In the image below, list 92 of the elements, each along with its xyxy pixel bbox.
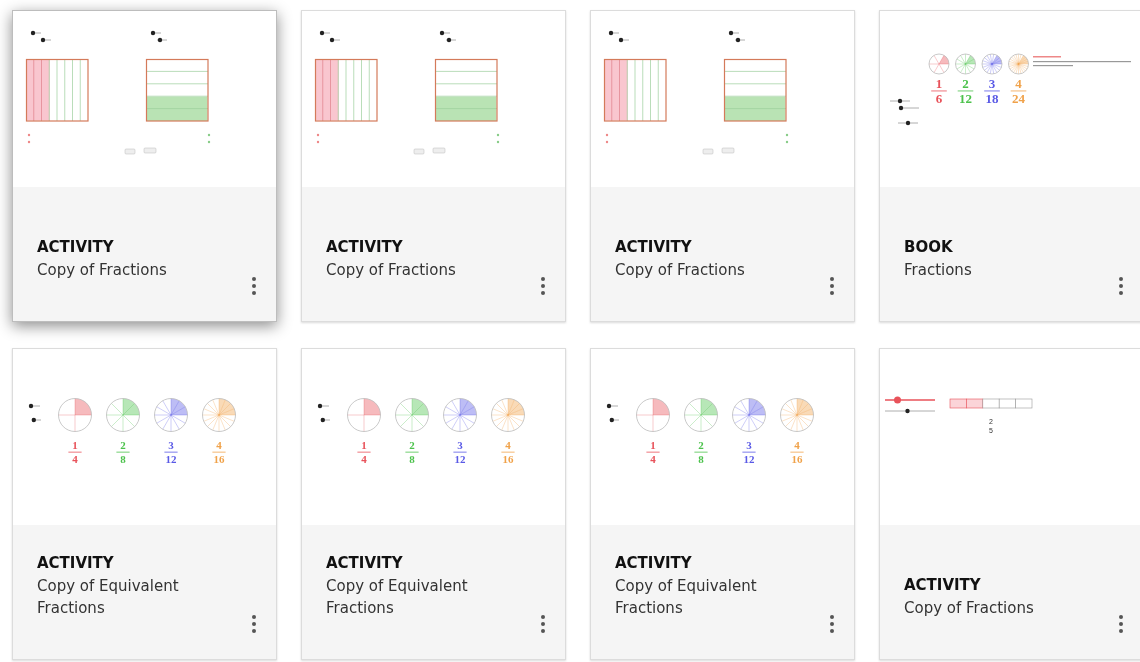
slider-drawing [884, 396, 936, 404]
fraction-denominator: 8 [409, 453, 415, 465]
card-title: Copy of Equivalent Fractions [326, 576, 469, 619]
fraction-denominator: 16 [791, 453, 803, 465]
fraction-denominator: 12 [743, 453, 755, 465]
fraction-numerator: 4 [794, 439, 800, 451]
resource-card[interactable]: ACTIVITY Copy of Fractions [301, 10, 566, 322]
mini-button-drawing [124, 148, 136, 155]
mini-button-drawing [702, 148, 714, 155]
card-type-label: ACTIVITY [615, 553, 693, 573]
card-type-label: ACTIVITY [37, 237, 115, 257]
fraction-denominator: 12 [165, 453, 177, 465]
fraction-circle-drawing [780, 398, 814, 432]
fraction-denominator: 8 [120, 453, 126, 465]
fraction-circle-drawing [347, 398, 381, 432]
fraction-circle-drawing [154, 398, 188, 432]
fraction-numerator: 1 [72, 439, 78, 451]
fraction-circle-drawing [636, 398, 670, 432]
fraction-denominator: 16 [502, 453, 514, 465]
card-title: Copy of Equivalent Fractions [615, 576, 758, 619]
slider-drawing [609, 417, 620, 423]
fraction-numerator: 2 [962, 76, 969, 91]
fraction-numerator: 4 [505, 439, 511, 451]
fraction-numerator: 1 [935, 76, 943, 91]
fraction-circle-drawing [981, 53, 1003, 75]
resource-card[interactable]: ACTIVITY Copy of Fractions [590, 10, 855, 322]
resource-card[interactable]: 1 4 2 8 3 12 4 16 ACTIVITY Copy of Equivalent Fractions [301, 348, 566, 660]
fraction-circle-drawing [202, 398, 236, 432]
fraction-circle-drawing [928, 53, 950, 75]
fraction-denominator: 4 [361, 453, 367, 465]
resource-card[interactable]: 1 6 2 12 3 18 4 24 BOOK Fractions [879, 10, 1140, 322]
slider-drawing [320, 417, 331, 423]
card-type-label: ACTIVITY [37, 553, 115, 573]
card-type-label: ACTIVITY [326, 553, 404, 573]
mini-button-drawing [721, 147, 735, 154]
fraction-numerator: 4 [216, 439, 222, 451]
fraction-numerator: 3 [168, 439, 174, 451]
fraction-grid-drawing [603, 58, 667, 122]
slider-drawing [897, 120, 919, 126]
card-title: Copy of Fractions [904, 598, 1035, 619]
resource-card[interactable]: 1 4 2 8 3 12 4 16 ACTIVITY Copy of Equivalent Fractions [590, 348, 855, 660]
fraction-denominator: 8 [698, 453, 704, 465]
fraction-denominator: 16 [213, 453, 225, 465]
fraction-circle-drawing [1008, 53, 1029, 75]
fraction-numerator: 2 [120, 439, 126, 451]
fraction-numerator: 3 [988, 76, 996, 91]
slider-drawing [606, 403, 619, 409]
card-type-label: BOOK [904, 237, 954, 257]
resource-card[interactable]: 1 4 2 8 3 12 4 16 ACTIVITY Copy of Equivalent Fractions [12, 348, 277, 660]
fraction-grid-drawing [314, 58, 378, 122]
fraction-grid-drawing [434, 58, 498, 122]
card-title: Copy of Fractions [615, 260, 746, 281]
fraction-circle-drawing [732, 398, 766, 432]
fraction-numerator: 2 [409, 439, 415, 451]
fraction-denominator: 4 [72, 453, 78, 465]
slider-drawing [28, 403, 41, 409]
fraction-circle-drawing [395, 398, 429, 432]
slider-drawing [31, 417, 42, 423]
card-type-label: ACTIVITY [904, 575, 982, 595]
mini-button-drawing [413, 148, 425, 155]
mini-button-drawing [143, 147, 157, 154]
card-type-label: ACTIVITY [326, 237, 404, 257]
fraction-circle-drawing [106, 398, 140, 432]
fraction-circle-drawing [443, 398, 477, 432]
fraction-denominator: 12 [454, 453, 466, 465]
card-title: Copy of Fractions [326, 260, 457, 281]
fraction-circle-drawing [58, 398, 92, 432]
fraction-circle-drawing [955, 53, 976, 75]
fraction-grid-drawing [723, 58, 787, 122]
mini-button-drawing [432, 147, 446, 154]
slider-drawing [884, 408, 936, 414]
fraction-circle-drawing [491, 398, 525, 432]
fraction-denominator: 12 [959, 91, 972, 106]
fraction-grid-drawing [145, 58, 209, 122]
fraction-numerator: 1 [361, 439, 367, 451]
fraction-denominator: 18 [985, 91, 999, 106]
fraction-numerator: 4 [1015, 76, 1022, 91]
fraction-circle-drawing [684, 398, 718, 432]
fraction-numerator: 1 [650, 439, 656, 451]
fraction-numerator: 3 [457, 439, 463, 451]
card-type-label: ACTIVITY [615, 237, 693, 257]
card-title: Copy of Fractions [37, 260, 168, 281]
fraction-denominator: 6 [935, 91, 943, 106]
fraction-numerator: 2 [698, 439, 704, 451]
slider-drawing [317, 403, 330, 409]
fraction-grid-drawing [25, 58, 89, 122]
fraction-denominator: 4 [650, 453, 656, 465]
fraction-denominator: 24 [1012, 91, 1025, 106]
fraction-numerator: 3 [746, 439, 752, 451]
card-title: Copy of Equivalent Fractions [37, 576, 180, 619]
card-title: Fractions [904, 260, 973, 281]
resource-card[interactable]: ACTIVITY Copy of Fractions [12, 10, 277, 322]
